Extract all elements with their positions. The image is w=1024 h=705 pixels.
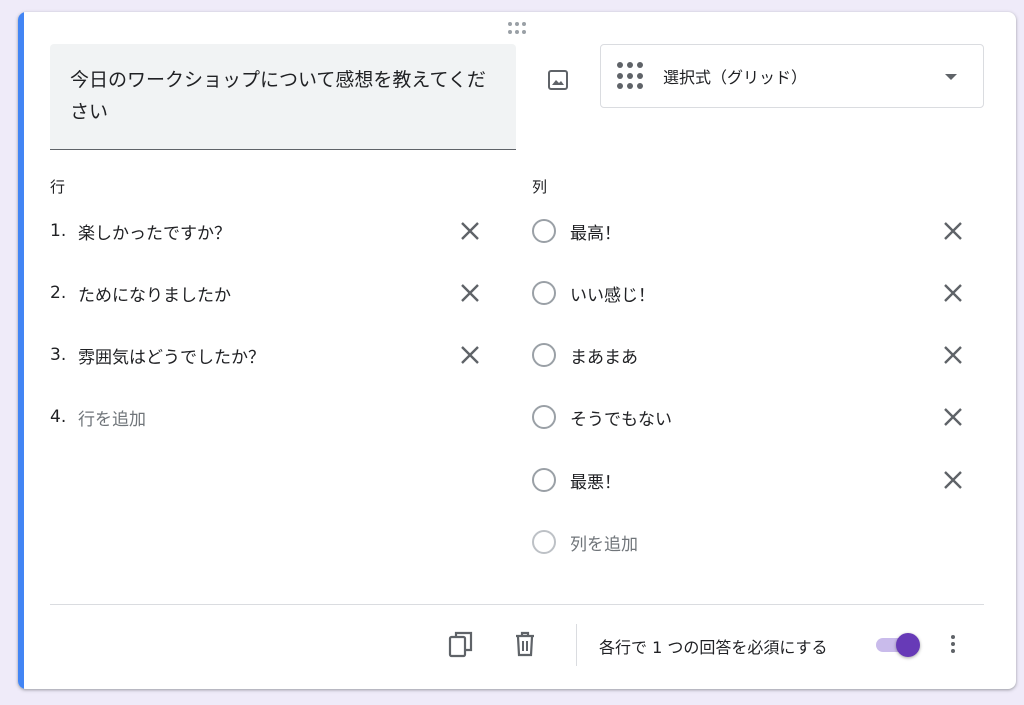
close-icon xyxy=(944,471,962,489)
radio-icon xyxy=(532,405,556,429)
question-card: 今日のワークショップについて感想を教えてください 選択式（グリッド） 行 列 1… xyxy=(18,12,1016,689)
columns-heading: 列 xyxy=(532,178,548,196)
radio-icon xyxy=(532,530,556,554)
image-icon xyxy=(548,70,568,90)
remove-row-button[interactable] xyxy=(454,215,486,247)
grid-icon xyxy=(617,62,645,90)
duplicate-button[interactable] xyxy=(443,626,479,662)
question-title-text: 今日のワークショップについて感想を教えてください xyxy=(70,69,486,123)
add-row-placeholder[interactable]: 行を追加 xyxy=(78,405,146,430)
delete-button[interactable] xyxy=(507,626,543,662)
footer-divider xyxy=(50,604,984,605)
close-icon xyxy=(461,222,479,240)
column-label[interactable]: いい感じ！ xyxy=(570,281,655,306)
chevron-down-icon xyxy=(945,74,957,80)
remove-column-button[interactable] xyxy=(937,277,969,309)
column-option[interactable]: 最悪！ xyxy=(532,460,952,500)
row-number: 3. xyxy=(50,345,67,365)
rows-heading: 行 xyxy=(50,178,66,196)
radio-icon xyxy=(532,468,556,492)
close-icon xyxy=(944,408,962,426)
toggle-knob xyxy=(896,633,920,657)
column-label[interactable]: そうでもない xyxy=(570,405,672,430)
question-type-label: 選択式（グリッド） xyxy=(663,68,808,87)
copy-icon xyxy=(448,631,473,658)
column-label[interactable]: 最悪！ xyxy=(570,468,621,493)
active-accent-bar xyxy=(18,12,24,689)
row-item[interactable]: 1. 楽しかったですか？ xyxy=(50,211,490,251)
remove-column-button[interactable] xyxy=(937,401,969,433)
question-title-input[interactable]: 今日のワークショップについて感想を教えてください xyxy=(50,44,516,150)
remove-row-button[interactable] xyxy=(454,339,486,371)
row-number: 1. xyxy=(50,221,67,241)
remove-column-button[interactable] xyxy=(937,215,969,247)
add-column-item[interactable]: 列を追加 xyxy=(532,522,952,562)
add-image-button[interactable] xyxy=(540,62,576,98)
radio-icon xyxy=(532,343,556,367)
close-icon xyxy=(944,222,962,240)
column-option[interactable]: まあまあ xyxy=(532,335,952,375)
close-icon xyxy=(944,284,962,302)
question-type-dropdown[interactable]: 選択式（グリッド） xyxy=(600,44,984,108)
add-row-item[interactable]: 4. 行を追加 xyxy=(50,397,490,437)
remove-row-button[interactable] xyxy=(454,277,486,309)
remove-column-button[interactable] xyxy=(937,339,969,371)
row-label[interactable]: ためになりましたか xyxy=(78,281,231,306)
column-option[interactable]: そうでもない xyxy=(532,397,952,437)
required-toggle-label: 各行で 1 つの回答を必須にする xyxy=(599,638,828,657)
close-icon xyxy=(461,346,479,364)
footer-separator xyxy=(576,624,577,666)
row-label[interactable]: 楽しかったですか？ xyxy=(78,219,231,244)
more-vert-icon[interactable] xyxy=(938,626,968,662)
column-option[interactable]: 最高！ xyxy=(532,211,952,251)
row-item[interactable]: 3. 雰囲気はどうでしたか？ xyxy=(50,335,490,375)
required-toggle[interactable] xyxy=(874,632,924,658)
row-number: 4. xyxy=(50,407,67,427)
add-column-placeholder[interactable]: 列を追加 xyxy=(570,530,638,555)
radio-icon xyxy=(532,281,556,305)
column-label[interactable]: まあまあ xyxy=(570,343,638,368)
row-item[interactable]: 2. ためになりましたか xyxy=(50,273,490,313)
remove-column-button[interactable] xyxy=(937,464,969,496)
drag-handle-icon[interactable] xyxy=(508,22,528,34)
column-option[interactable]: いい感じ！ xyxy=(532,273,952,313)
close-icon xyxy=(461,284,479,302)
row-number: 2. xyxy=(50,283,67,303)
column-label[interactable]: 最高！ xyxy=(570,219,621,244)
row-label[interactable]: 雰囲気はどうでしたか？ xyxy=(78,343,265,368)
radio-icon xyxy=(532,219,556,243)
close-icon xyxy=(944,346,962,364)
trash-icon xyxy=(516,631,534,657)
